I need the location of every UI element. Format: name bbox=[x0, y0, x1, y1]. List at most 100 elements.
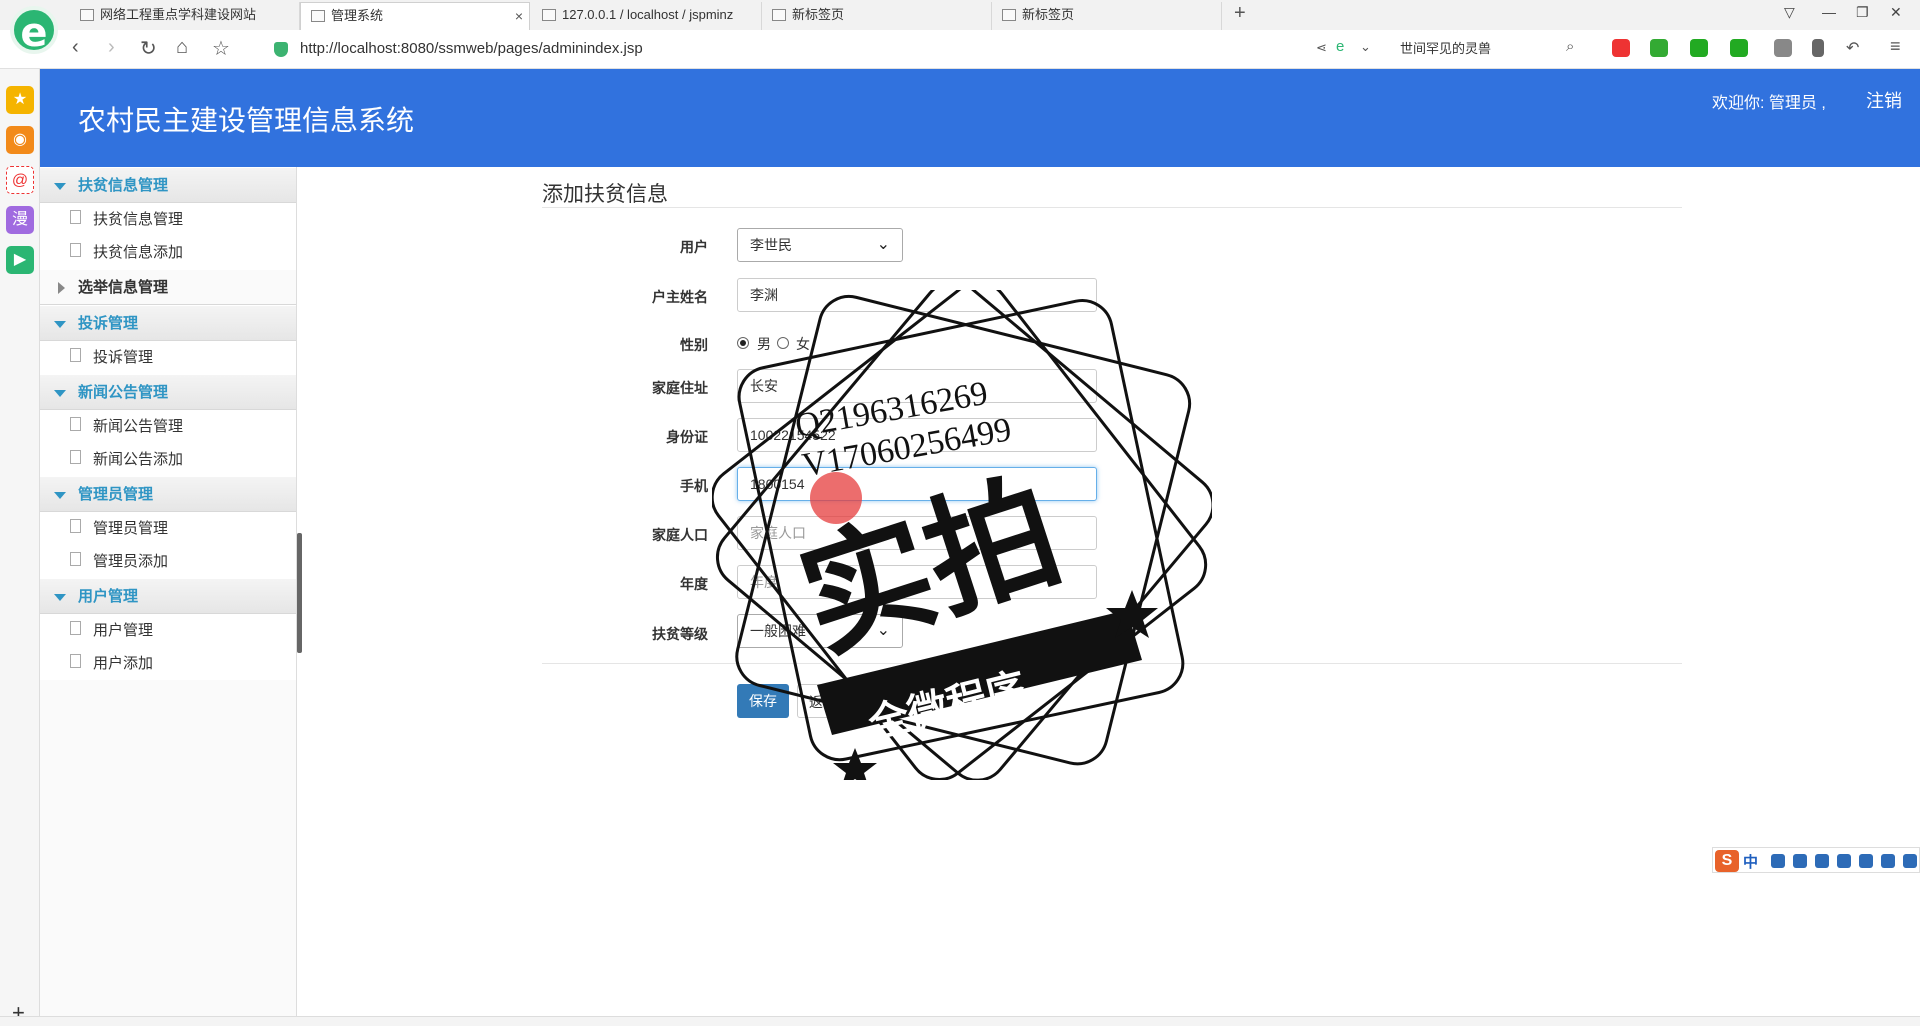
user-icon[interactable] bbox=[1859, 854, 1873, 868]
householder-input[interactable]: 李渊 bbox=[737, 278, 1097, 312]
sidebar-item-news-manage[interactable]: 新闻公告管理 bbox=[40, 410, 296, 443]
year-input[interactable]: 年度 bbox=[737, 565, 1097, 599]
favorites-icon[interactable]: ★ bbox=[6, 86, 34, 114]
app-title: 农村民主建设管理信息系统 bbox=[78, 105, 415, 136]
watermark-banner-text: 全微程序 bbox=[863, 665, 1030, 749]
weibo-icon[interactable]: ◉ bbox=[6, 126, 34, 154]
new-tab-button[interactable]: + bbox=[1234, 2, 1246, 25]
document-icon bbox=[70, 243, 81, 257]
sidebar-group-complaint[interactable]: 投诉管理 bbox=[40, 305, 296, 341]
minimize-icon[interactable]: — bbox=[1822, 4, 1836, 20]
sidebar-group-poverty[interactable]: 扶贫信息管理 bbox=[40, 167, 296, 203]
sidebar-item-poverty-add[interactable]: 扶贫信息添加 bbox=[40, 236, 296, 269]
phone-icon[interactable] bbox=[1812, 39, 1824, 57]
scissors-icon[interactable] bbox=[1612, 39, 1630, 57]
apps-icon[interactable] bbox=[1903, 854, 1917, 868]
form-title: 添加扶贫信息 bbox=[542, 183, 668, 206]
browser-tab-1[interactable]: 网络工程重点学科建设网站 bbox=[70, 2, 300, 30]
share-icon[interactable]: ⋖ bbox=[1316, 40, 1327, 56]
document-icon bbox=[70, 552, 81, 566]
microphone-icon[interactable] bbox=[1815, 854, 1829, 868]
browser-logo-icon[interactable]: e bbox=[10, 6, 58, 56]
divider bbox=[542, 663, 1682, 664]
page-icon bbox=[542, 9, 556, 21]
search-input[interactable]: 世间罕见的灵兽 bbox=[1390, 35, 1590, 63]
star-icon bbox=[1106, 590, 1158, 638]
gender-female-radio[interactable] bbox=[777, 337, 789, 349]
browser-tab-5[interactable]: 新标签页 bbox=[992, 2, 1222, 30]
sidebar-group-news[interactable]: 新闻公告管理 bbox=[40, 374, 296, 410]
logout-link[interactable]: 注销 bbox=[1866, 87, 1902, 113]
document-icon bbox=[70, 417, 81, 431]
translate-icon[interactable] bbox=[1650, 39, 1668, 57]
star-icon[interactable]: ☆ bbox=[212, 36, 230, 61]
game-icon[interactable] bbox=[1730, 39, 1748, 57]
keyboard-icon[interactable] bbox=[1837, 854, 1851, 868]
user-label: 用户 bbox=[680, 239, 708, 255]
video-icon[interactable]: ▶ bbox=[6, 246, 34, 274]
caret-down-icon bbox=[54, 390, 66, 397]
sidebar-item-user-manage[interactable]: 用户管理 bbox=[40, 614, 296, 647]
punctuation-icon[interactable] bbox=[1771, 854, 1785, 868]
level-select[interactable]: 一般困难 ⌄ bbox=[737, 614, 903, 648]
undo-icon[interactable]: ↶ bbox=[1846, 38, 1859, 58]
close-tab-icon[interactable]: × bbox=[515, 3, 523, 29]
url-field[interactable]: http://localhost:8080/ssmweb/pages/admin… bbox=[270, 35, 1330, 63]
reload-icon[interactable]: ↻ bbox=[140, 36, 157, 61]
sidebar-item-poverty-manage[interactable]: 扶贫信息管理 bbox=[40, 203, 296, 236]
caret-down-icon bbox=[54, 492, 66, 499]
document-icon bbox=[70, 621, 81, 635]
ie-mode-icon[interactable]: e bbox=[1336, 38, 1344, 55]
sidebar-item-admin-add[interactable]: 管理员添加 bbox=[40, 545, 296, 578]
browser-tab-4[interactable]: 新标签页 bbox=[762, 2, 992, 30]
sidebar-item-complaint-manage[interactable]: 投诉管理 bbox=[40, 341, 296, 374]
sidebar-group-admin[interactable]: 管理员管理 bbox=[40, 476, 296, 512]
shield-tool-icon[interactable] bbox=[1690, 39, 1708, 57]
mail-icon[interactable]: @ bbox=[6, 166, 34, 194]
caret-down-icon bbox=[54, 183, 66, 190]
cursor-highlight bbox=[810, 472, 862, 524]
browser-tab-3[interactable]: 127.0.0.1 / localhost / jspminz bbox=[532, 2, 762, 30]
chevron-down-icon[interactable]: ⌄ bbox=[1360, 39, 1371, 55]
householder-label: 户主姓名 bbox=[652, 289, 708, 305]
forward-icon[interactable]: › bbox=[108, 36, 115, 59]
grid-icon bbox=[772, 9, 786, 21]
ime-mode-label[interactable]: 中 bbox=[1743, 851, 1758, 872]
sidebar-resize-handle[interactable] bbox=[297, 533, 302, 653]
shield-icon bbox=[274, 42, 288, 57]
user-select[interactable]: 李世民 ⌄ bbox=[737, 228, 903, 262]
emoji-icon[interactable] bbox=[1793, 854, 1807, 868]
document-icon bbox=[70, 450, 81, 464]
sidebar-group-election[interactable]: 选举信息管理 bbox=[40, 269, 296, 305]
sidebar-item-admin-manage[interactable]: 管理员管理 bbox=[40, 512, 296, 545]
address-input[interactable]: 长安 bbox=[737, 369, 1097, 403]
save-button[interactable]: 保存 bbox=[737, 684, 789, 718]
welcome-text: 欢迎你: 管理员 , bbox=[1712, 95, 1826, 112]
population-input[interactable]: 家庭人口 bbox=[737, 516, 1097, 550]
phone-input[interactable]: 1800154 bbox=[737, 467, 1097, 501]
menu-icon[interactable]: ≡ bbox=[1890, 36, 1901, 57]
shirt-icon[interactable]: ▽ bbox=[1784, 4, 1795, 21]
close-window-icon[interactable]: ✕ bbox=[1890, 4, 1902, 21]
home-icon[interactable]: ⌂ bbox=[176, 36, 188, 59]
apps-icon[interactable] bbox=[1774, 39, 1792, 57]
comic-icon[interactable]: 漫 bbox=[6, 206, 34, 234]
search-icon[interactable]: ⌕ bbox=[1566, 38, 1574, 55]
gender-male-radio[interactable] bbox=[737, 337, 749, 349]
caret-right-icon bbox=[58, 282, 65, 294]
chevron-down-icon: ⌄ bbox=[876, 236, 890, 253]
skin-icon[interactable] bbox=[1881, 854, 1895, 868]
sogou-icon[interactable]: S bbox=[1715, 850, 1739, 872]
app-header: 农村民主建设管理信息系统 欢迎你: 管理员 , 注销 bbox=[40, 69, 1920, 167]
sidebar-item-news-add[interactable]: 新闻公告添加 bbox=[40, 443, 296, 476]
restore-icon[interactable]: ❐ bbox=[1856, 4, 1869, 21]
quick-sidebar: ★ ◉ @ 漫 ▶ + bbox=[0, 69, 40, 1026]
sidebar-group-user[interactable]: 用户管理 bbox=[40, 578, 296, 614]
idcard-input[interactable]: 10022154522 bbox=[737, 418, 1097, 452]
browser-tab-2[interactable]: 管理系统 × bbox=[300, 2, 530, 30]
sidebar-item-user-add[interactable]: 用户添加 bbox=[40, 647, 296, 680]
star-icon bbox=[833, 748, 877, 780]
back-icon[interactable]: ‹ bbox=[72, 36, 79, 59]
back-button[interactable]: 返回 bbox=[797, 684, 849, 718]
browser-status-bar bbox=[0, 1016, 1920, 1026]
